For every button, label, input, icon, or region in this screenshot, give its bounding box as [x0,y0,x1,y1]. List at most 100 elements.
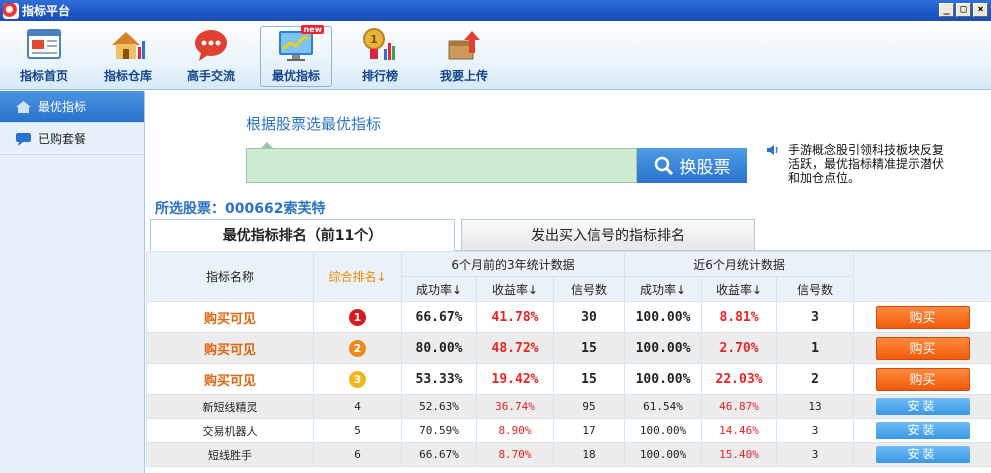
return-3yr: 41.78% [476,301,554,333]
sidebar: 最优指标 已购套餐 [0,91,145,473]
sidebar-item-label: 已购套餐 [38,132,87,146]
table-row: 短线胜手 6 66.67% 8.70% 18 100.00% 15.40% 3 … [146,442,991,467]
toolbar-label: 排行榜 [361,69,398,83]
toolbar-item-upload[interactable]: 我要上传 [436,27,492,85]
maximize-button[interactable]: □ [956,3,971,17]
signals-6mo: 2 [776,363,855,395]
change-stock-button[interactable]: 换股票 [637,148,747,183]
indicator-name[interactable]: 购买可见 [146,301,314,333]
close-button[interactable]: × [973,3,988,17]
buy-button[interactable]: 购买 [875,367,970,391]
col-header-return-6mo[interactable]: 收益率↓ [701,276,778,302]
signals-3yr: 17 [552,418,626,443]
web-page-icon [24,27,64,63]
tab-strip: 最优指标排名（前11个） 发出买入信号的指标排名 [150,219,991,251]
toolbar-item-home[interactable]: 指标首页 [16,27,72,85]
return-6mo: 22.03% [701,363,778,395]
search-title: 根据股票选最优指标 [246,115,382,133]
toolbar-item-ranking[interactable]: 1 排行榜 [358,27,402,85]
success-3yr: 53.33% [401,363,477,395]
chat-bubble-icon [191,27,231,63]
signals-6mo: 3 [776,442,855,467]
return-3yr: 36.74% [476,394,554,419]
action-cell: 购买 [853,363,991,395]
main-content: 根据股票选最优指标 换股票 手游概念股引领科技板块反复活跃，最优指标精准提示潜伏… [146,91,991,473]
toolbar-item-warehouse[interactable]: 指标仓库 [100,27,156,85]
stock-search-input[interactable] [246,142,637,183]
minimize-button[interactable]: _ [939,3,954,17]
install-button[interactable]: 安装 [875,398,970,415]
signals-6mo: 1 [776,332,855,364]
return-3yr: 8.90% [476,418,554,443]
upload-box-icon [444,27,484,63]
return-6mo: 15.40% [701,442,778,467]
rank-cell: 1 [313,301,402,333]
signals-3yr: 18 [552,442,626,467]
indicator-name[interactable]: 新短线精灵 [146,394,314,419]
tab-buy-signal-ranking[interactable]: 发出买入信号的指标排名 [461,219,755,251]
success-3yr: 70.59% [401,418,477,443]
install-button[interactable]: 安装 [875,446,970,463]
success-6mo: 100.00% [624,442,703,467]
col-header-return-3yr[interactable]: 收益率↓ [476,276,554,302]
rank-cell: 5 [313,418,402,443]
col-header-action [853,251,991,302]
rank-cell: 3 [313,363,402,395]
return-6mo: 46.87% [701,394,778,419]
col-group-6mo: 近6个月统计数据 [624,251,855,277]
signals-6mo: 3 [776,301,855,333]
home-icon [15,100,32,114]
success-6mo: 61.54% [624,394,703,419]
selected-stock: 所选股票：000662索芙特 [155,201,326,217]
medal-chart-icon: 1 [360,27,400,63]
return-3yr: 19.42% [476,363,554,395]
notice: 手游概念股引领科技板块反复活跃，最优指标精准提示潜伏和加仓点位。 [766,143,946,185]
indicator-name[interactable]: 购买可见 [146,363,314,395]
table-row: 交易机器人 5 70.59% 8.90% 17 100.00% 14.46% 3… [146,418,991,443]
table-row: 购买可见 2 80.00% 48.72% 15 100.00% 2.70% 1 … [146,332,991,364]
house-chart-icon [108,27,148,63]
title-bar: 指标平台 _ □ × [0,0,991,21]
table-row: 购买可见 3 53.33% 19.42% 15 100.00% 22.03% 2… [146,363,991,395]
speaker-icon [767,145,778,155]
success-6mo: 100.00% [624,418,703,443]
action-cell: 安装 [853,394,991,419]
sidebar-item-best-indicator[interactable]: 最优指标 [0,91,144,123]
rank-badge: 2 [349,339,366,357]
sidebar-item-purchased[interactable]: 已购套餐 [0,123,144,155]
col-header-success-3yr[interactable]: 成功率↓ [401,276,477,302]
change-stock-label: 换股票 [679,158,731,178]
success-6mo: 100.00% [624,332,703,364]
signals-3yr: 30 [552,301,626,333]
indicator-name[interactable]: 购买可见 [146,332,314,364]
col-header-success-6mo[interactable]: 成功率↓ [624,276,703,302]
rank-cell: 2 [313,332,402,364]
tab-best-ranking[interactable]: 最优指标排名（前11个） [150,219,455,251]
window-title: 指标平台 [22,4,71,18]
svg-text:1: 1 [370,33,378,46]
app-logo-icon [3,2,19,19]
indicator-name[interactable]: 交易机器人 [146,418,314,443]
buy-button[interactable]: 购买 [875,336,970,360]
return-6mo: 14.46% [701,418,778,443]
col-header-name: 指标名称 [146,251,314,302]
indicator-name[interactable]: 短线胜手 [146,442,314,467]
toolbar-label: 指标仓库 [103,69,152,83]
col-header-signals-3yr: 信号数 [552,276,626,302]
col-header-signals-6mo: 信号数 [776,276,855,302]
signals-3yr: 15 [552,332,626,364]
col-header-rank[interactable]: 综合排名↓ [313,251,402,302]
install-button[interactable]: 安装 [875,422,970,439]
return-3yr: 48.72% [476,332,554,364]
toolbar-item-forum[interactable]: 高手交流 [183,27,239,85]
return-6mo: 2.70% [701,332,778,364]
toolbar-label: 高手交流 [186,69,235,83]
table-row: 新短线精灵 4 52.63% 36.74% 95 61.54% 46.87% 1… [146,394,991,419]
success-3yr: 66.67% [401,301,477,333]
new-badge: new [301,25,324,34]
toolbar-label: 我要上传 [439,69,488,83]
toolbar-item-best-indicator[interactable]: new 最优指标 [260,25,332,87]
buy-button[interactable]: 购买 [875,305,970,329]
notice-text: 手游概念股引领科技板块反复活跃，最优指标精准提示潜伏和加仓点位。 [788,143,945,185]
rank-badge: 3 [349,370,366,388]
